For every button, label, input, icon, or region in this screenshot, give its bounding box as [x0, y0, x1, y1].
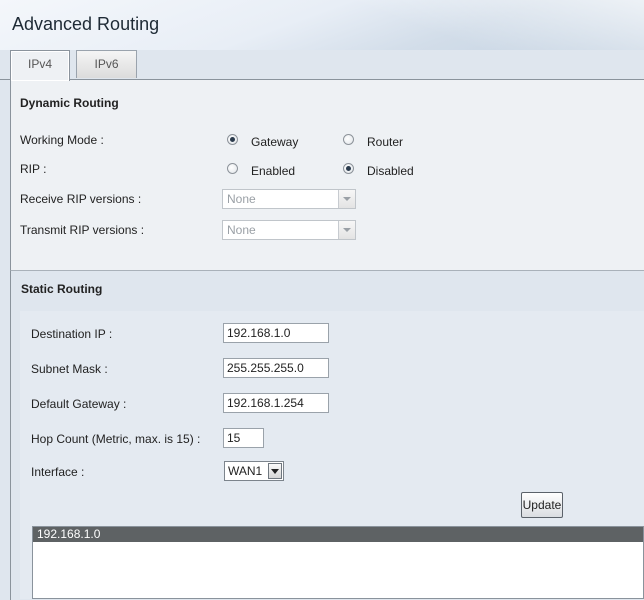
rip-enabled-label[interactable]: Enabled — [251, 164, 295, 178]
tab-ipv4[interactable]: IPv4 — [10, 50, 70, 81]
transmit-rip-versions-select[interactable]: None — [222, 220, 356, 240]
destination-ip-label: Destination IP : — [31, 327, 113, 341]
chevron-down-icon — [338, 190, 355, 208]
interface-select[interactable]: WAN1 — [224, 461, 284, 481]
tab-ipv6[interactable]: IPv6 — [76, 50, 137, 78]
working-mode-gateway-label[interactable]: Gateway — [251, 135, 298, 149]
rip-disabled-label[interactable]: Disabled — [367, 164, 414, 178]
rip-label: RIP : — [20, 162, 47, 176]
page-title: Advanced Routing — [12, 14, 160, 34]
rip-disabled-radio[interactable] — [343, 163, 354, 174]
receive-rip-versions-value: None — [227, 192, 256, 206]
chevron-down-icon — [268, 463, 282, 479]
chevron-down-icon — [338, 221, 355, 239]
update-button[interactable]: Update — [521, 492, 563, 518]
route-list[interactable]: 192.168.1.0 — [32, 526, 644, 599]
interface-label: Interface : — [31, 465, 85, 479]
tab-bar: IPv4 IPv6 — [0, 48, 644, 81]
destination-ip-input[interactable] — [223, 323, 329, 343]
interface-value: WAN1 — [228, 464, 263, 478]
hop-count-label: Hop Count (Metric, max. is 15) : — [31, 432, 201, 446]
default-gateway-label: Default Gateway : — [31, 397, 127, 411]
route-list-item[interactable]: 192.168.1.0 — [33, 527, 643, 542]
default-gateway-input[interactable] — [223, 393, 329, 413]
rip-enabled-radio[interactable] — [227, 163, 238, 174]
receive-rip-versions-label: Receive RIP versions : — [20, 192, 142, 206]
dynamic-routing-title: Dynamic Routing — [20, 96, 119, 110]
static-routing-title: Static Routing — [21, 282, 103, 296]
working-mode-router-radio[interactable] — [343, 134, 354, 145]
working-mode-router-label[interactable]: Router — [367, 135, 403, 149]
receive-rip-versions-select[interactable]: None — [222, 189, 356, 209]
subnet-mask-label: Subnet Mask : — [31, 362, 108, 376]
subnet-mask-input[interactable] — [223, 358, 329, 378]
hop-count-input[interactable] — [223, 428, 264, 448]
working-mode-label: Working Mode : — [20, 133, 104, 147]
transmit-rip-versions-label: Transmit RIP versions : — [20, 223, 145, 237]
working-mode-gateway-radio[interactable] — [227, 134, 238, 145]
transmit-rip-versions-value: None — [227, 223, 256, 237]
